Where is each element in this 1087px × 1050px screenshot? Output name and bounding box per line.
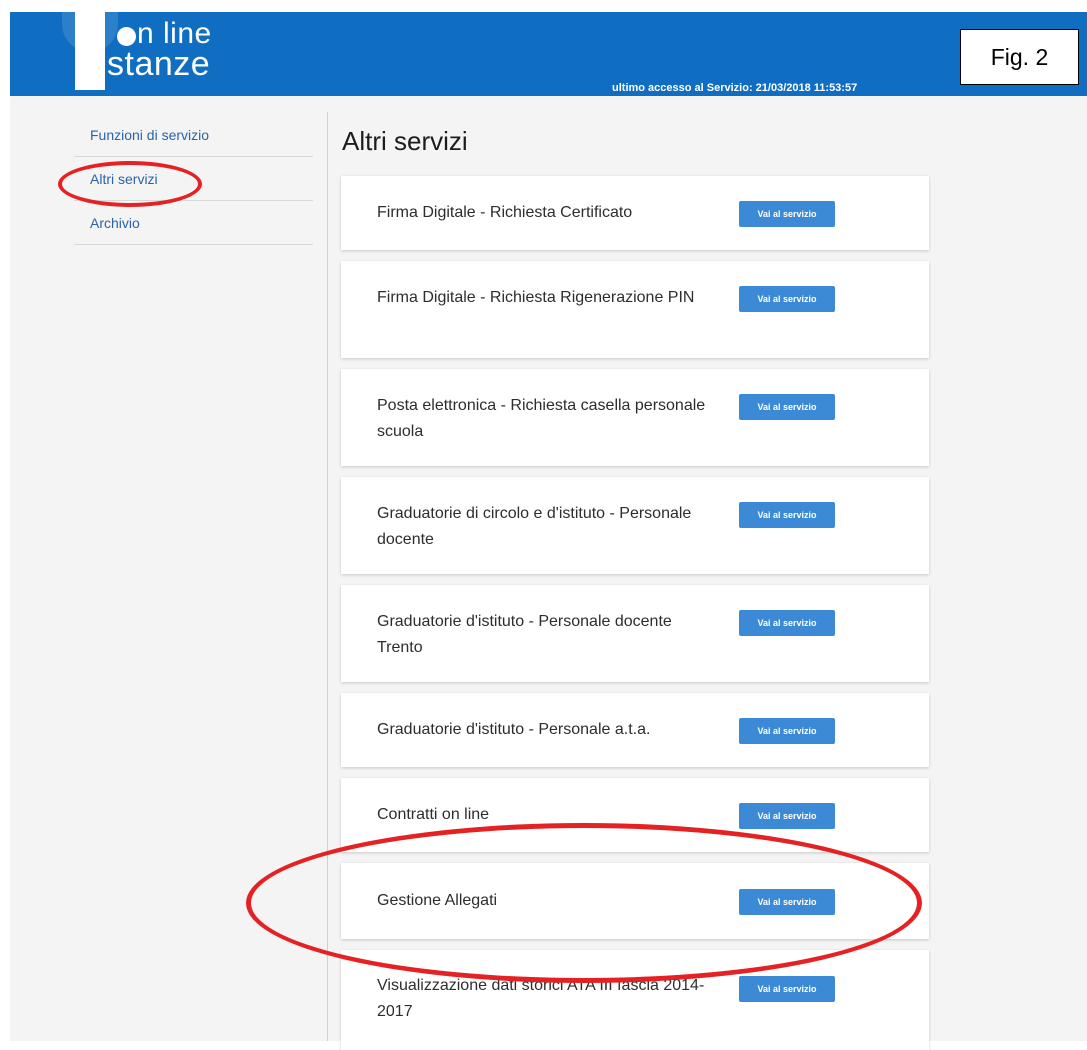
- service-name: Graduatorie d'istituto - Personale docen…: [377, 613, 672, 656]
- service-name: Graduatorie di circolo e d'istituto - Pe…: [377, 505, 692, 548]
- service-card: Contratti on line Vai al servizio: [341, 778, 929, 852]
- service-card: Firma Digitale - Richiesta Certificato V…: [341, 176, 929, 250]
- service-name: Gestione Allegati: [377, 892, 498, 909]
- vai-al-servizio-button[interactable]: Vai al servizio: [739, 610, 835, 636]
- vai-al-servizio-button[interactable]: Vai al servizio: [739, 394, 835, 420]
- service-card: Graduatorie d'istituto - Personale docen…: [341, 585, 929, 682]
- service-name: Firma Digitale - Richiesta Certificato: [377, 204, 633, 221]
- service-card: Firma Digitale - Richiesta Rigenerazione…: [341, 261, 929, 358]
- sidebar-item-altri-servizi[interactable]: Altri servizi: [74, 157, 313, 201]
- service-card: Graduatorie d'istituto - Personale a.t.a…: [341, 693, 929, 767]
- service-name[interactable]: Firma Digitale - Richiesta Rigenerazione…: [377, 285, 707, 311]
- logo-dot-icon: [117, 27, 136, 46]
- figure-label: Fig. 2: [960, 29, 1079, 85]
- vai-al-servizio-button[interactable]: Vai al servizio: [739, 718, 835, 744]
- vai-al-servizio-button[interactable]: Vai al servizio: [739, 889, 835, 915]
- service-name: Posta elettronica - Richiesta casella pe…: [377, 397, 706, 440]
- sidebar-item-funzioni-di-servizio[interactable]: Funzioni di servizio: [74, 113, 313, 157]
- vai-al-servizio-button[interactable]: Vai al servizio: [739, 286, 835, 312]
- sidebar-item-archivio[interactable]: Archivio: [74, 201, 313, 245]
- vai-al-servizio-button[interactable]: Vai al servizio: [739, 502, 835, 528]
- sidebar-nav: Funzioni di servizio Altri servizi Archi…: [74, 113, 313, 245]
- service-name: Graduatorie d'istituto - Personale a.t.a…: [377, 721, 651, 738]
- logo-text-istanze: stanze: [107, 45, 211, 83]
- logo-i-block: [75, 12, 105, 90]
- vertical-divider: [327, 112, 328, 1041]
- service-card: Posta elettronica - Richiesta casella pe…: [341, 369, 929, 466]
- vai-al-servizio-button[interactable]: Vai al servizio: [739, 803, 835, 829]
- service-name: Visualizzazione dati storici ATA III fas…: [377, 977, 705, 1020]
- service-card: Gestione Allegati Vai al servizio: [341, 863, 929, 939]
- service-name: Contratti on line: [377, 806, 490, 823]
- vai-al-servizio-button[interactable]: Vai al servizio: [739, 976, 835, 1002]
- vai-al-servizio-button[interactable]: Vai al servizio: [739, 201, 835, 227]
- page-title: Altri servizi: [342, 126, 468, 156]
- service-card: Graduatorie di circolo e d'istituto - Pe…: [341, 477, 929, 574]
- service-card: Visualizzazione dati storici ATA III fas…: [341, 950, 929, 1050]
- last-access-info: ultimo accesso al Servizio: 21/03/2018 1…: [612, 82, 858, 94]
